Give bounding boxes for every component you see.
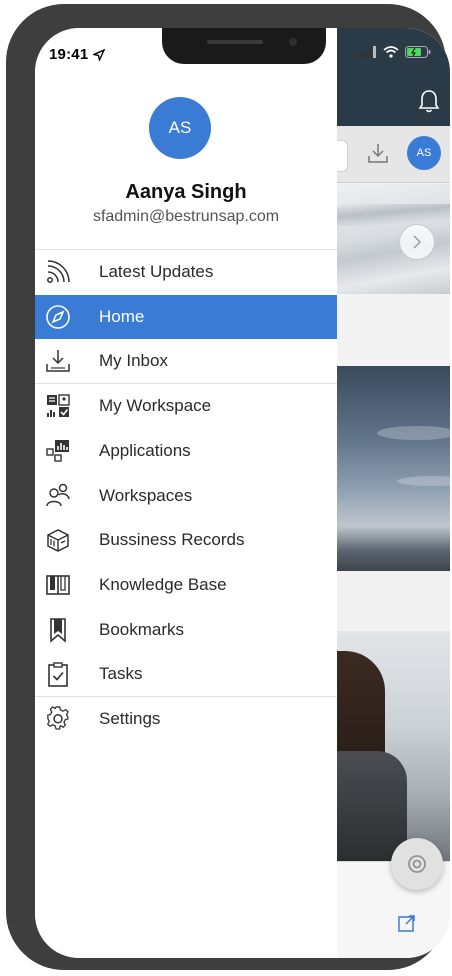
wifi-icon xyxy=(383,46,399,58)
menu-label: Settings xyxy=(99,709,161,729)
drawer-menu: Latest Updates Home My Inbox My Workspac… xyxy=(35,249,337,742)
menu-label: Bookmarks xyxy=(99,619,185,639)
menu-item-knowledge-base[interactable]: Knowledge Base xyxy=(35,563,337,608)
background-app: AS xyxy=(337,28,450,958)
clock-text: 19:41 xyxy=(49,46,89,63)
device-notch xyxy=(162,28,326,64)
menu-label: My Workspace xyxy=(99,396,212,416)
section-header xyxy=(337,294,450,367)
screen: AS AS Aanya Singh sfadmin@bestrunsap.com… xyxy=(35,28,450,958)
phone-frame: AS AS Aanya Singh sfadmin@bestrunsap.com… xyxy=(6,4,450,970)
menu-item-home[interactable]: Home xyxy=(35,294,337,340)
menu-label: Latest Updates xyxy=(99,262,214,282)
bookmark-icon xyxy=(45,617,71,643)
menu-label: My Inbox xyxy=(99,351,168,371)
external-link-icon[interactable] xyxy=(397,913,417,933)
assistant-fab-button[interactable] xyxy=(391,838,443,890)
download-icon[interactable] xyxy=(367,142,389,164)
gear-icon xyxy=(45,706,71,732)
workspace-grid-icon xyxy=(45,393,71,419)
notification-bell-icon[interactable] xyxy=(417,88,441,114)
menu-item-applications[interactable]: Applications xyxy=(35,429,337,474)
menu-item-my-inbox[interactable]: My Inbox xyxy=(35,339,337,385)
menu-label: Workspaces xyxy=(99,485,193,505)
location-arrow-icon xyxy=(92,49,105,62)
menu-item-workspaces[interactable]: Workspaces xyxy=(35,473,337,518)
menu-item-tasks[interactable]: Tasks xyxy=(35,652,337,697)
menu-label: Bussiness Records xyxy=(99,530,245,550)
open-book-icon xyxy=(45,572,71,598)
section-header xyxy=(337,571,450,632)
search-input[interactable] xyxy=(337,140,348,172)
carousel-next-button[interactable] xyxy=(399,224,435,260)
menu-item-my-workspace[interactable]: My Workspace xyxy=(35,384,337,429)
navigation-drawer: AS Aanya Singh sfadmin@bestrunsap.com La… xyxy=(35,28,337,958)
status-time: 19:41 xyxy=(49,46,105,63)
battery-icon xyxy=(405,46,431,58)
inbox-download-icon xyxy=(45,348,71,374)
menu-item-settings[interactable]: Settings xyxy=(35,697,337,742)
user-name: Aanya Singh xyxy=(125,181,247,203)
header-avatar[interactable]: AS xyxy=(407,136,441,170)
clipboard-check-icon xyxy=(45,661,71,687)
menu-label: Applications xyxy=(99,441,191,461)
menu-label: Tasks xyxy=(99,664,143,684)
signal-icon xyxy=(361,46,377,58)
compass-icon xyxy=(45,304,71,330)
feature-card-image[interactable] xyxy=(337,631,450,861)
menu-item-business-records[interactable]: Bussiness Records xyxy=(35,518,337,563)
menu-label: Knowledge Base xyxy=(99,575,227,595)
rss-icon xyxy=(45,259,71,285)
app-header xyxy=(337,28,450,126)
avatar[interactable]: AS xyxy=(149,97,211,159)
records-box-icon xyxy=(45,527,71,553)
menu-label: Home xyxy=(99,307,145,327)
people-icon xyxy=(45,482,71,508)
menu-item-bookmarks[interactable]: Bookmarks xyxy=(35,608,337,653)
applications-icon xyxy=(45,438,71,464)
news-card-image[interactable] xyxy=(337,366,450,571)
user-email: sfadmin@bestrunsap.com xyxy=(92,208,280,225)
menu-item-latest-updates[interactable]: Latest Updates xyxy=(35,250,337,295)
status-icons xyxy=(361,46,431,58)
